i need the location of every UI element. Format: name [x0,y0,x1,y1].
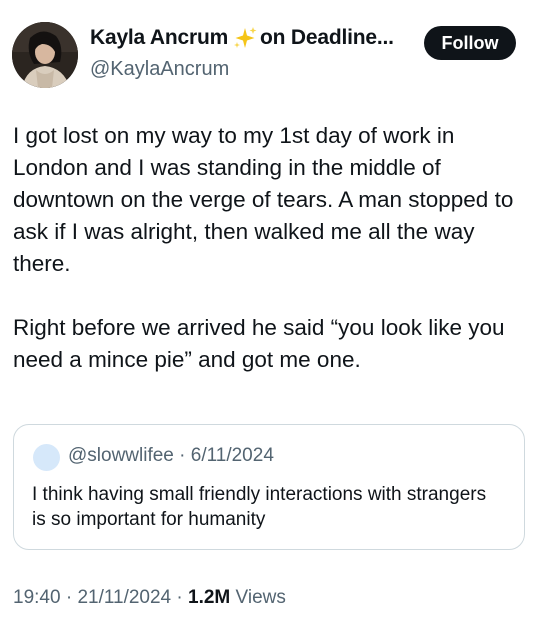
tweet-meta: 19:40 · 21/11/2024 · 1.2M Views [13,587,286,609]
author-handle[interactable]: @KaylaAncrum [90,58,229,81]
quoted-tweet[interactable]: @slowwlifee · 6/11/2024 I think having s… [13,424,525,550]
views-count: 1.2M [188,587,231,608]
sparkles-icon [232,26,258,50]
tweet-paragraph: I got lost on my way to my 1st day of wo… [13,123,514,276]
follow-button[interactable]: Follow [424,26,516,60]
quote-date: 6/11/2024 [190,445,274,466]
views-label: Views [235,587,286,608]
quote-avatar [33,444,60,471]
meta-separator: · [65,587,73,608]
quote-handle: @slowwlifee [68,445,174,466]
quote-meta: @slowwlifee · 6/11/2024 [68,445,274,467]
meta-separator: · [176,587,183,608]
tweet-time[interactable]: 19:40 [13,587,61,608]
author-name-suffix[interactable]: on Deadline... [260,26,394,50]
tweet-date[interactable]: 21/11/2024 [77,587,171,608]
avatar[interactable] [12,22,78,88]
author-name[interactable]: Kayla Ancrum [90,26,228,50]
profile-photo [12,22,78,88]
quote-separator: · [179,445,186,466]
tweet-text: I got lost on my way to my 1st day of wo… [13,120,528,376]
author-name-row[interactable]: Kayla Ancrum on Deadline... [90,26,394,50]
quote-text: I think having small friendly interactio… [32,484,487,530]
tweet-paragraph: Right before we arrived he said “you loo… [13,315,505,372]
